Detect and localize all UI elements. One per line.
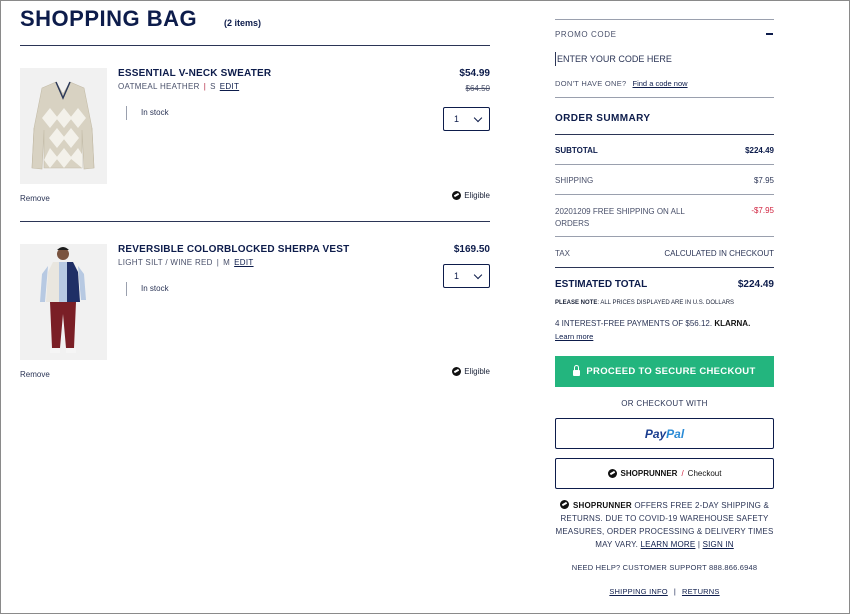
klarna-learn-more-link[interactable]: Learn more — [555, 332, 774, 341]
promo-code-input[interactable] — [555, 52, 755, 66]
shoprunner-checkout-button[interactable]: SHOPRUNNER / Checkout — [555, 458, 774, 489]
tax-value: CALCULATED IN CHECKOUT — [664, 249, 774, 258]
shipping-value: $7.95 — [753, 176, 774, 185]
row-divider — [555, 194, 774, 195]
original-price: $64.50 — [465, 84, 490, 93]
estimated-total-label: ESTIMATED TOTAL — [555, 279, 648, 290]
quantity-value: 1 — [454, 114, 460, 124]
paypal-logo-pal: Pal — [666, 426, 685, 441]
paypal-logo-pay: Pay — [644, 426, 667, 441]
footer-separator: | — [673, 587, 676, 596]
cart-item: ESSENTIAL V-NECK SWEATER OATMEAL HEATHER… — [20, 68, 490, 208]
eligible-label: Eligible — [464, 367, 490, 376]
variant-separator: | — [203, 82, 207, 91]
product-variant: LIGHT SILT / WINE RED | M EDIT — [118, 258, 254, 267]
shoprunner-icon — [452, 367, 462, 376]
klarna-text: 4 INTEREST-FREE PAYMENTS OF $56.12. — [555, 319, 713, 328]
find-code-link[interactable]: Find a code now — [633, 79, 688, 88]
stock-status: In stock — [126, 106, 169, 120]
shoprunner-sign-in-link[interactable]: SIGN IN — [703, 540, 734, 549]
returns-link[interactable]: RETURNS — [682, 587, 720, 596]
shipping-row: SHIPPING $7.95 — [555, 176, 774, 185]
item-price: $169.50 — [453, 244, 490, 255]
product-name[interactable]: REVERSIBLE COLORBLOCKED SHERPA VEST — [118, 244, 349, 255]
row-divider — [555, 236, 774, 237]
promo-discount-value: -$7.95 — [751, 206, 774, 215]
sweater-image[interactable] — [20, 68, 107, 184]
header-divider — [20, 45, 490, 46]
order-summary-title: ORDER SUMMARY — [555, 113, 651, 124]
promo-bottom-divider — [555, 97, 774, 98]
tax-label: TAX — [555, 249, 570, 258]
chevron-down-icon — [473, 113, 483, 123]
shoprunner-icon — [607, 469, 617, 478]
shoprunner-info: SHOPRUNNER OFFERS FREE 2-DAY SHIPPING & … — [555, 499, 774, 551]
subtotal-row: SUBTOTAL $224.49 — [555, 146, 774, 155]
shoprunner-checkout-word: Checkout — [687, 469, 722, 478]
product-variant: OATMEAL HEATHER | S EDIT — [118, 82, 239, 91]
klarna-brand: KLARNA. — [714, 319, 751, 328]
variant-size: M — [223, 258, 231, 267]
footer-links: SHIPPING INFO | RETURNS — [555, 587, 774, 596]
remove-link[interactable]: Remove — [20, 370, 50, 379]
quantity-select[interactable]: 1 — [443, 107, 490, 131]
estimated-total-row: ESTIMATED TOTAL $224.49 — [555, 279, 774, 290]
subtotal-label: SUBTOTAL — [555, 146, 598, 155]
secure-checkout-button[interactable]: PROCEED TO SECURE CHECKOUT — [555, 356, 774, 387]
eligible-label: Eligible — [464, 191, 490, 200]
promo-help: DON'T HAVE ONE? Find a code now — [555, 79, 774, 88]
promo-help-text: DON'T HAVE ONE? — [555, 79, 627, 88]
sale-price: $54.99 — [459, 68, 490, 79]
shoprunner-icon — [452, 191, 462, 200]
shipping-info-link[interactable]: SHIPPING INFO — [609, 587, 667, 596]
remove-link[interactable]: Remove — [20, 194, 50, 203]
row-divider — [555, 267, 774, 268]
currency-note: PLEASE NOTE: ALL PRICES DISPLAYED ARE IN… — [555, 300, 774, 306]
shoprunner-eligible-badge: Eligible — [452, 191, 490, 200]
promo-discount-label: 20201209 FREE SHIPPING ON ALL ORDERS — [555, 207, 685, 228]
item-count: (2 items) — [224, 18, 262, 28]
quantity-value: 1 — [454, 271, 460, 281]
stock-status: In stock — [126, 282, 169, 296]
variant-color: OATMEAL HEATHER — [118, 82, 200, 91]
minus-icon[interactable] — [766, 33, 773, 35]
promo-discount-row: 20201209 FREE SHIPPING ON ALL ORDERS -$7… — [555, 206, 774, 230]
item-divider — [20, 221, 490, 222]
klarna-info: 4 INTEREST-FREE PAYMENTS OF $56.12. KLAR… — [555, 319, 774, 328]
promo-top-divider — [555, 19, 774, 20]
shoprunner-icon — [559, 500, 569, 509]
row-divider — [555, 164, 774, 165]
quantity-select[interactable]: 1 — [443, 264, 490, 288]
summary-divider — [555, 134, 774, 135]
secure-checkout-label: PROCEED TO SECURE CHECKOUT — [586, 366, 756, 377]
edit-link[interactable]: EDIT — [220, 82, 239, 91]
shoprunner-info-brand: SHOPRUNNER — [572, 501, 632, 510]
paypal-button[interactable]: Pay Pal — [555, 418, 774, 449]
edit-link[interactable]: EDIT — [234, 258, 253, 267]
variant-size: S — [210, 82, 216, 91]
page-title: SHOPPING BAG — [20, 6, 198, 31]
shoprunner-eligible-badge: Eligible — [452, 367, 490, 376]
chevron-down-icon — [473, 270, 483, 280]
subtotal-value: $224.49 — [745, 146, 774, 155]
currency-note-bold: PLEASE NOTE — [555, 300, 598, 306]
shoprunner-slash: / — [681, 469, 684, 478]
promo-code-toggle[interactable]: PROMO CODE — [555, 30, 774, 39]
or-checkout-with: OR CHECKOUT WITH — [621, 399, 708, 408]
estimated-total-value: $224.49 — [737, 279, 774, 290]
currency-note-text: : ALL PRICES DISPLAYED ARE IN U.S. DOLLA… — [597, 300, 735, 306]
shipping-label: SHIPPING — [555, 176, 594, 185]
product-name[interactable]: ESSENTIAL V-NECK SWEATER — [118, 68, 271, 79]
customer-support: NEED HELP? CUSTOMER SUPPORT 888.866.6948 — [571, 563, 758, 572]
variant-separator: | — [216, 258, 220, 267]
link-separator: | — [697, 540, 701, 549]
shoprunner-brand: SHOPRUNNER — [620, 469, 678, 478]
lock-icon — [573, 365, 581, 376]
tax-row: TAX CALCULATED IN CHECKOUT — [555, 249, 774, 258]
vest-model-image[interactable] — [20, 244, 107, 360]
shoprunner-learn-more-link[interactable]: LEARN MORE — [641, 540, 696, 549]
cart-item: REVERSIBLE COLORBLOCKED SHERPA VEST LIGH… — [20, 244, 490, 384]
variant-color: LIGHT SILT / WINE RED — [118, 258, 213, 267]
